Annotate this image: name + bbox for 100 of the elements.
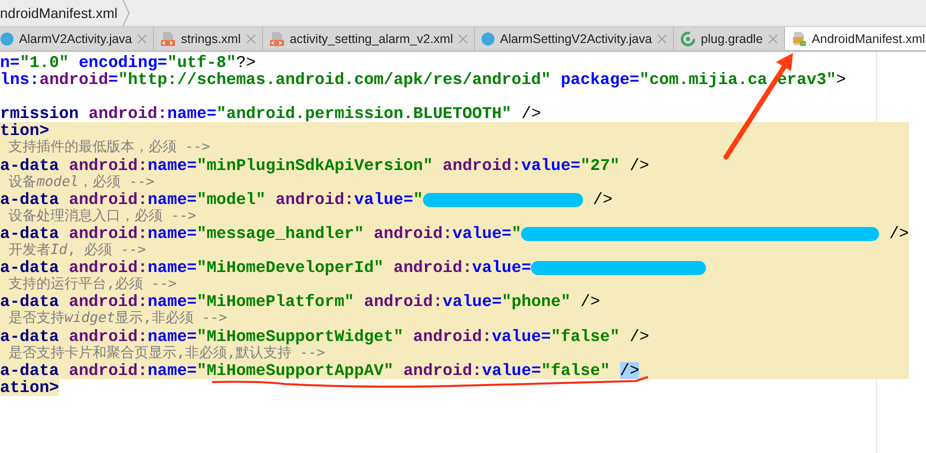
code-token: android: [412,328,492,345]
code-comment: ，必须 --> [78,174,154,191]
code-token: /> [628,328,650,345]
code-token: android: [402,362,482,379]
chevron-icon [122,0,130,26]
code-token: android: [68,362,148,379]
code-token: tion> [0,122,50,140]
code-token: /> [888,224,909,242]
code-token: "1.0" [20,54,69,72]
code-token: android: [68,156,148,174]
code-token: "MiHomeSupportWidget" [196,328,404,345]
code-token: value= [354,190,414,208]
close-icon[interactable] [458,34,468,44]
code-comment: 开发者 [7,242,50,260]
code-token: /> [520,105,542,122]
code-token: a-data [0,224,60,242]
code-token: "MiHomePlatform" [196,293,354,310]
close-icon[interactable] [246,34,256,44]
code-token: android: [68,259,148,276]
code-token: name= [148,362,197,379]
code-token: ?> [236,54,256,72]
code-comment: 设备处理消息入口，必须 --> [7,208,196,225]
code-token: erav3" [777,71,836,88]
close-icon[interactable] [656,34,667,44]
code-token: "MiHomeDeveloperId" [196,259,384,276]
code-token: value= [482,362,542,379]
code-token: android: [68,328,148,345]
xml-file-icon [268,30,285,46]
code-token: "com.mijia.ca [639,71,768,88]
code-token: "27" [580,156,620,174]
code-token: a-data [0,328,60,345]
code-comment: , 必须 --> [67,242,146,260]
code-token: rmission [0,105,79,122]
xml-file-icon [160,30,176,46]
code-comment: widget [64,310,116,328]
code-token: lns: [0,71,40,88]
code-token: "utf-8" [167,54,236,72]
code-token: a-data [0,362,60,379]
code-token: android: [442,156,522,174]
code-token: android: [362,293,443,310]
code-token: name= [167,105,216,122]
code-comment: model [36,174,79,191]
code-token: android: [68,190,148,208]
code-token: name= [148,190,197,208]
code-token: = [108,71,118,88]
editor-tab[interactable]: AndroidManifest.xml [784,27,926,50]
code-token: n= [0,54,20,72]
code-token: value= [492,328,551,345]
code-token: name= [148,259,197,276]
code-token: name= [148,293,197,310]
editor-tab[interactable]: activity_setting_alarm_v2.xml [262,27,475,50]
code-token: /> [628,156,650,174]
code-token: android [39,71,108,88]
code-token: package= [560,71,640,88]
code-token: name= [148,224,197,242]
code-comment: 支持插件的最低版本，必须 --> [7,139,210,157]
code-comment: 设备 [7,174,36,191]
code-token: "MiHomeSupportAppAV" [196,362,394,379]
code-token: "minPluginSdkApiVersion" [196,156,433,174]
editor-tab[interactable]: AlarmV2Activity.java [0,27,154,50]
class-icon [481,32,495,46]
breadcrumb[interactable]: ndroidManifest.xml [0,0,134,26]
code-token: a-data [0,156,60,174]
code-token: value= [442,293,502,310]
code-token: "message_handler" [196,224,364,242]
code-comment: 是否支持 [7,310,64,328]
code-token: value= [452,224,512,242]
close-icon[interactable] [768,34,778,44]
manifest-file-icon [790,30,807,46]
code-token: " [413,190,424,208]
code-token: a-data [0,293,60,310]
code-comment: Id [50,242,68,260]
code-token: value= [472,259,532,276]
code-token: /> [592,190,613,208]
code-token: > [836,71,846,88]
code-token: a-data [0,259,60,276]
code-token: "phone" [502,293,571,310]
code-token: android: [68,224,148,242]
code-token: /> [579,293,600,310]
code-token: android: [68,293,148,310]
code-token: android: [88,105,168,122]
code-token: value= [521,156,580,174]
code-token: "http://schemas.android.com/apk/res/android" [118,71,551,88]
code-token: name= [148,328,197,345]
code-token: android: [372,224,452,242]
code-token: a-data [0,190,60,208]
code-token: android: [392,259,472,276]
code-token: "false" [541,362,610,379]
code-token: /> [620,362,640,379]
code-comment: 支持的运行平台,必须 --> [7,276,177,294]
code-token: ation> [0,378,60,396]
code-token: name= [148,156,197,174]
gradle-icon [680,30,696,46]
close-icon[interactable] [137,34,147,44]
code-comment: 是否支持卡片和聚合页显示,非必须,默认支持 --> [7,344,326,362]
code-token: android: [274,190,354,208]
code-token: encoding= [78,54,168,72]
code-token: "model" [196,190,266,208]
code-token: "android.permission.BLUETOOTH" [216,105,512,122]
class-icon [0,32,14,46]
